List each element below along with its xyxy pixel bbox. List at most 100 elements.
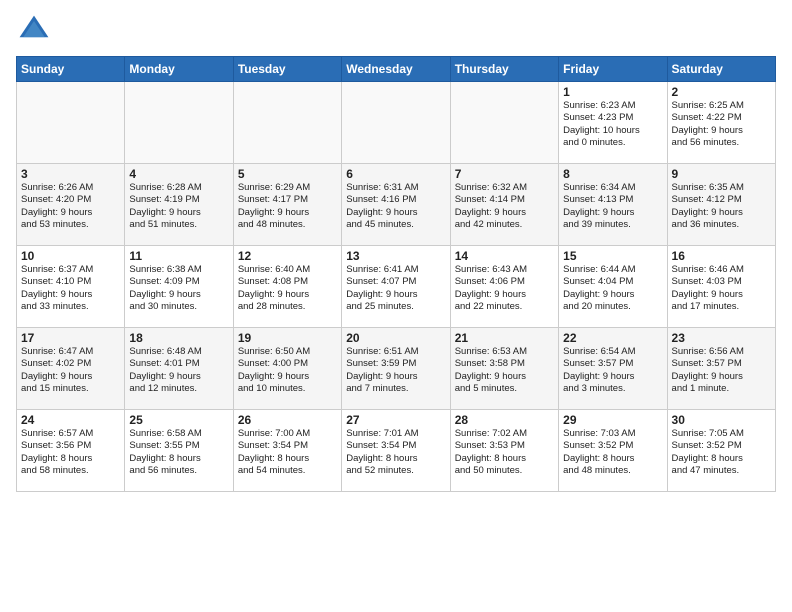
calendar-cell: 13Sunrise: 6:41 AMSunset: 4:07 PMDayligh… [342, 246, 450, 328]
day-info: and 50 minutes. [455, 465, 554, 477]
day-info: Sunset: 4:03 PM [672, 276, 771, 288]
day-info: Sunrise: 6:38 AM [129, 264, 228, 276]
day-info: Sunset: 4:08 PM [238, 276, 337, 288]
day-number: 19 [238, 331, 337, 345]
day-info: and 10 minutes. [238, 383, 337, 395]
col-header-sunday: Sunday [17, 57, 125, 82]
day-info: Sunset: 4:19 PM [129, 194, 228, 206]
day-info: Sunrise: 6:40 AM [238, 264, 337, 276]
day-number: 3 [21, 167, 120, 181]
logo-icon [16, 12, 52, 48]
day-info: and 47 minutes. [672, 465, 771, 477]
day-info: Daylight: 8 hours [129, 453, 228, 465]
calendar-cell: 30Sunrise: 7:05 AMSunset: 3:52 PMDayligh… [667, 410, 775, 492]
day-info: and 22 minutes. [455, 301, 554, 313]
calendar-cell: 1Sunrise: 6:23 AMSunset: 4:23 PMDaylight… [559, 82, 667, 164]
day-number: 17 [21, 331, 120, 345]
day-info: Sunrise: 7:00 AM [238, 428, 337, 440]
day-info: and 51 minutes. [129, 219, 228, 231]
day-info: Sunrise: 6:44 AM [563, 264, 662, 276]
day-number: 5 [238, 167, 337, 181]
calendar-cell: 10Sunrise: 6:37 AMSunset: 4:10 PMDayligh… [17, 246, 125, 328]
day-info: Sunset: 3:54 PM [238, 440, 337, 452]
day-info: Daylight: 8 hours [346, 453, 445, 465]
day-info: and 17 minutes. [672, 301, 771, 313]
day-info: and 1 minute. [672, 383, 771, 395]
day-info: Sunset: 4:16 PM [346, 194, 445, 206]
col-header-friday: Friday [559, 57, 667, 82]
day-info: Sunrise: 6:25 AM [672, 100, 771, 112]
calendar-cell: 15Sunrise: 6:44 AMSunset: 4:04 PMDayligh… [559, 246, 667, 328]
day-info: Sunrise: 6:48 AM [129, 346, 228, 358]
calendar-week-4: 24Sunrise: 6:57 AMSunset: 3:56 PMDayligh… [17, 410, 776, 492]
day-number: 22 [563, 331, 662, 345]
day-number: 20 [346, 331, 445, 345]
calendar-cell: 12Sunrise: 6:40 AMSunset: 4:08 PMDayligh… [233, 246, 341, 328]
day-info: and 30 minutes. [129, 301, 228, 313]
day-info: and 3 minutes. [563, 383, 662, 395]
calendar-cell: 7Sunrise: 6:32 AMSunset: 4:14 PMDaylight… [450, 164, 558, 246]
day-info: Sunset: 3:52 PM [672, 440, 771, 452]
day-info: Sunset: 4:10 PM [21, 276, 120, 288]
day-info: Sunrise: 6:31 AM [346, 182, 445, 194]
calendar-cell: 19Sunrise: 6:50 AMSunset: 4:00 PMDayligh… [233, 328, 341, 410]
day-number: 21 [455, 331, 554, 345]
day-info: and 54 minutes. [238, 465, 337, 477]
calendar-cell: 11Sunrise: 6:38 AMSunset: 4:09 PMDayligh… [125, 246, 233, 328]
calendar-cell: 5Sunrise: 6:29 AMSunset: 4:17 PMDaylight… [233, 164, 341, 246]
day-info: and 36 minutes. [672, 219, 771, 231]
day-info: Daylight: 9 hours [21, 289, 120, 301]
day-info: Daylight: 9 hours [346, 371, 445, 383]
day-info: Daylight: 9 hours [563, 207, 662, 219]
day-info: Daylight: 8 hours [238, 453, 337, 465]
day-info: Daylight: 9 hours [672, 371, 771, 383]
day-number: 15 [563, 249, 662, 263]
calendar-cell: 3Sunrise: 6:26 AMSunset: 4:20 PMDaylight… [17, 164, 125, 246]
day-number: 13 [346, 249, 445, 263]
day-info: and 28 minutes. [238, 301, 337, 313]
day-info: and 25 minutes. [346, 301, 445, 313]
col-header-saturday: Saturday [667, 57, 775, 82]
day-info: Sunrise: 6:43 AM [455, 264, 554, 276]
day-info: Daylight: 9 hours [21, 207, 120, 219]
day-number: 26 [238, 413, 337, 427]
calendar-cell: 14Sunrise: 6:43 AMSunset: 4:06 PMDayligh… [450, 246, 558, 328]
day-number: 8 [563, 167, 662, 181]
day-info: Sunrise: 6:41 AM [346, 264, 445, 276]
day-info: Daylight: 9 hours [346, 289, 445, 301]
col-header-thursday: Thursday [450, 57, 558, 82]
day-info: Sunrise: 6:28 AM [129, 182, 228, 194]
day-number: 23 [672, 331, 771, 345]
day-info: Daylight: 9 hours [129, 371, 228, 383]
day-number: 9 [672, 167, 771, 181]
day-info: Sunrise: 6:32 AM [455, 182, 554, 194]
day-number: 10 [21, 249, 120, 263]
day-info: Sunrise: 7:01 AM [346, 428, 445, 440]
day-info: Daylight: 9 hours [563, 289, 662, 301]
calendar-cell: 28Sunrise: 7:02 AMSunset: 3:53 PMDayligh… [450, 410, 558, 492]
day-info: Sunset: 4:20 PM [21, 194, 120, 206]
day-info: Sunrise: 6:23 AM [563, 100, 662, 112]
day-info: Daylight: 9 hours [238, 289, 337, 301]
day-info: Sunset: 4:13 PM [563, 194, 662, 206]
day-info: Sunrise: 6:47 AM [21, 346, 120, 358]
day-info: Sunset: 4:23 PM [563, 112, 662, 124]
day-info: Sunset: 3:58 PM [455, 358, 554, 370]
day-info: Daylight: 9 hours [563, 371, 662, 383]
day-number: 1 [563, 85, 662, 99]
day-info: Sunrise: 6:37 AM [21, 264, 120, 276]
page-container: SundayMondayTuesdayWednesdayThursdayFrid… [0, 0, 792, 500]
calendar-cell: 17Sunrise: 6:47 AMSunset: 4:02 PMDayligh… [17, 328, 125, 410]
day-info: Sunrise: 6:53 AM [455, 346, 554, 358]
day-info: Sunset: 4:09 PM [129, 276, 228, 288]
calendar-cell [17, 82, 125, 164]
day-number: 6 [346, 167, 445, 181]
calendar-cell: 24Sunrise: 6:57 AMSunset: 3:56 PMDayligh… [17, 410, 125, 492]
day-number: 12 [238, 249, 337, 263]
day-info: Daylight: 9 hours [346, 207, 445, 219]
day-info: and 12 minutes. [129, 383, 228, 395]
calendar-week-3: 17Sunrise: 6:47 AMSunset: 4:02 PMDayligh… [17, 328, 776, 410]
day-info: Sunrise: 6:56 AM [672, 346, 771, 358]
calendar-header-row: SundayMondayTuesdayWednesdayThursdayFrid… [17, 57, 776, 82]
day-info: Sunset: 4:17 PM [238, 194, 337, 206]
